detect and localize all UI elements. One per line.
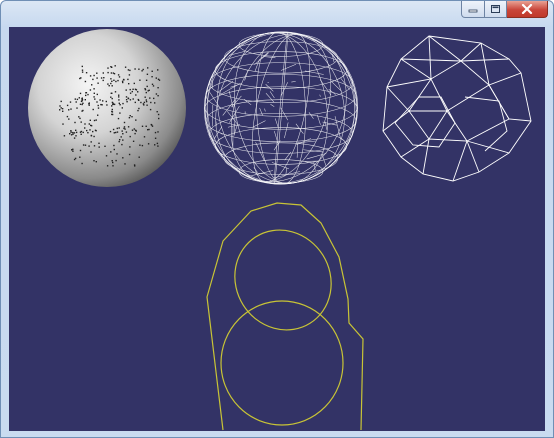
minimize-button[interactable] bbox=[461, 1, 485, 18]
dense-wireframe-sphere bbox=[203, 31, 359, 185]
close-button[interactable] bbox=[507, 1, 548, 18]
coarse-wireframe-polyhedron bbox=[382, 35, 532, 182]
yellow-curves bbox=[206, 202, 364, 431]
application-window bbox=[0, 0, 554, 438]
minimize-icon bbox=[468, 9, 478, 13]
close-icon bbox=[521, 4, 533, 14]
shaded-sphere bbox=[28, 29, 186, 187]
maximize-icon bbox=[491, 5, 500, 13]
scene-canvas bbox=[28, 29, 532, 431]
3d-viewport[interactable] bbox=[9, 27, 545, 431]
title-bar[interactable] bbox=[1, 1, 553, 23]
maximize-button[interactable] bbox=[485, 1, 507, 18]
